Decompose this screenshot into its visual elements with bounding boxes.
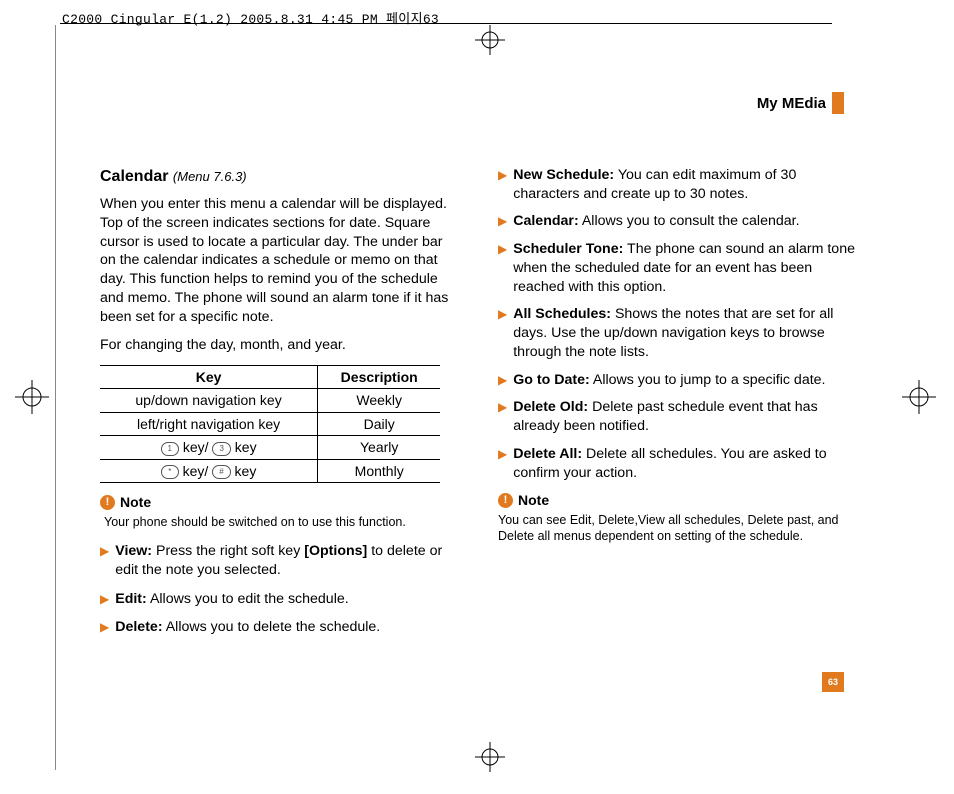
td: * key/ # key bbox=[100, 459, 318, 482]
list-item: ▶ Delete: Allows you to delete the sched… bbox=[100, 618, 462, 637]
note-body: You can see Edit, Delete,View all schedu… bbox=[498, 512, 860, 545]
td: up/down navigation key bbox=[100, 389, 318, 412]
left-column: Calendar (Menu 7.6.3) When you enter thi… bbox=[100, 166, 462, 647]
crop-vline bbox=[55, 25, 56, 770]
section-tab: My MEdia bbox=[757, 92, 844, 114]
page-number: 63 bbox=[822, 672, 844, 692]
item-text: Delete All: Delete all schedules. You ar… bbox=[513, 445, 860, 482]
table-row: 1 key/ 3 key Yearly bbox=[100, 436, 440, 459]
keycap-icon: 1 bbox=[161, 442, 179, 456]
bullet-icon: ▶ bbox=[498, 305, 507, 361]
th-desc: Description bbox=[318, 365, 441, 388]
item-text: Edit: Allows you to edit the schedule. bbox=[115, 590, 462, 609]
table-header-row: Key Description bbox=[100, 365, 440, 388]
intro-para: When you enter this menu a calendar will… bbox=[100, 195, 462, 326]
keycap-icon: # bbox=[212, 465, 230, 479]
bullet-icon: ▶ bbox=[498, 445, 507, 482]
list-item: ▶ New Schedule: You can edit maximum of … bbox=[498, 166, 860, 203]
crop-mark-top bbox=[475, 25, 505, 55]
list-item: ▶ Scheduler Tone: The phone can sound an… bbox=[498, 240, 860, 296]
item-text: All Schedules: Shows the notes that are … bbox=[513, 305, 860, 361]
th-key: Key bbox=[100, 365, 318, 388]
item-text: New Schedule: You can edit maximum of 30… bbox=[513, 166, 860, 203]
note-icon: ! bbox=[100, 495, 115, 510]
list-item: ▶ Delete Old: Delete past schedule event… bbox=[498, 398, 860, 435]
section-color-block bbox=[832, 92, 844, 114]
item-text: Delete Old: Delete past schedule event t… bbox=[513, 398, 860, 435]
note-body: Your phone should be switched on to use … bbox=[104, 514, 462, 530]
table-row: left/right navigation key Daily bbox=[100, 412, 440, 435]
crop-mark-bottom bbox=[475, 742, 505, 772]
list-item: ▶ View: Press the right soft key [Option… bbox=[100, 542, 462, 579]
item-text: Scheduler Tone: The phone can sound an a… bbox=[513, 240, 860, 296]
td: Daily bbox=[318, 412, 441, 435]
note-heading: ! Note bbox=[100, 493, 462, 511]
list-item: ▶ Go to Date: Allows you to jump to a sp… bbox=[498, 371, 860, 390]
bullet-icon: ▶ bbox=[100, 542, 109, 579]
table-row: up/down navigation key Weekly bbox=[100, 389, 440, 412]
bullet-icon: ▶ bbox=[498, 212, 507, 231]
td: Weekly bbox=[318, 389, 441, 412]
bullet-icon: ▶ bbox=[498, 398, 507, 435]
right-column: ▶ New Schedule: You can edit maximum of … bbox=[498, 166, 860, 647]
bullet-icon: ▶ bbox=[100, 618, 109, 637]
changing-para: For changing the day, month, and year. bbox=[100, 336, 462, 355]
heading-text: Calendar bbox=[100, 168, 168, 185]
calendar-heading: Calendar (Menu 7.6.3) bbox=[100, 166, 462, 187]
list-item: ▶ Delete All: Delete all schedules. You … bbox=[498, 445, 860, 482]
td: Yearly bbox=[318, 436, 441, 459]
td: Monthly bbox=[318, 459, 441, 482]
content-columns: Calendar (Menu 7.6.3) When you enter thi… bbox=[100, 166, 860, 647]
keycap-icon: 3 bbox=[212, 442, 230, 456]
bullet-icon: ▶ bbox=[498, 166, 507, 203]
item-text: Go to Date: Allows you to jump to a spec… bbox=[513, 371, 860, 390]
note-heading: ! Note bbox=[498, 491, 860, 509]
list-item: ▶ Calendar: Allows you to consult the ca… bbox=[498, 212, 860, 231]
note-label: Note bbox=[518, 491, 549, 509]
section-title: My MEdia bbox=[757, 95, 826, 112]
note-label: Note bbox=[120, 493, 151, 511]
bullet-icon: ▶ bbox=[498, 240, 507, 296]
list-item: ▶ All Schedules: Shows the notes that ar… bbox=[498, 305, 860, 361]
td: left/right navigation key bbox=[100, 412, 318, 435]
keycap-icon: * bbox=[161, 465, 179, 479]
print-header: C2000 Cingular E(1.2) 2005.8.31 4:45 PM … bbox=[62, 8, 439, 27]
td: 1 key/ 3 key bbox=[100, 436, 318, 459]
menu-ref: (Menu 7.6.3) bbox=[173, 169, 247, 184]
bullet-icon: ▶ bbox=[498, 371, 507, 390]
table-row: * key/ # key Monthly bbox=[100, 459, 440, 482]
bullet-icon: ▶ bbox=[100, 590, 109, 609]
reg-mark-left bbox=[15, 380, 49, 419]
note-icon: ! bbox=[498, 493, 513, 508]
list-item: ▶ Edit: Allows you to edit the schedule. bbox=[100, 590, 462, 609]
item-text: Delete: Allows you to delete the schedul… bbox=[115, 618, 462, 637]
item-text: Calendar: Allows you to consult the cale… bbox=[513, 212, 860, 231]
key-table: Key Description up/down navigation key W… bbox=[100, 365, 440, 483]
item-text: View: Press the right soft key [Options]… bbox=[115, 542, 462, 579]
reg-mark-right bbox=[902, 380, 936, 419]
